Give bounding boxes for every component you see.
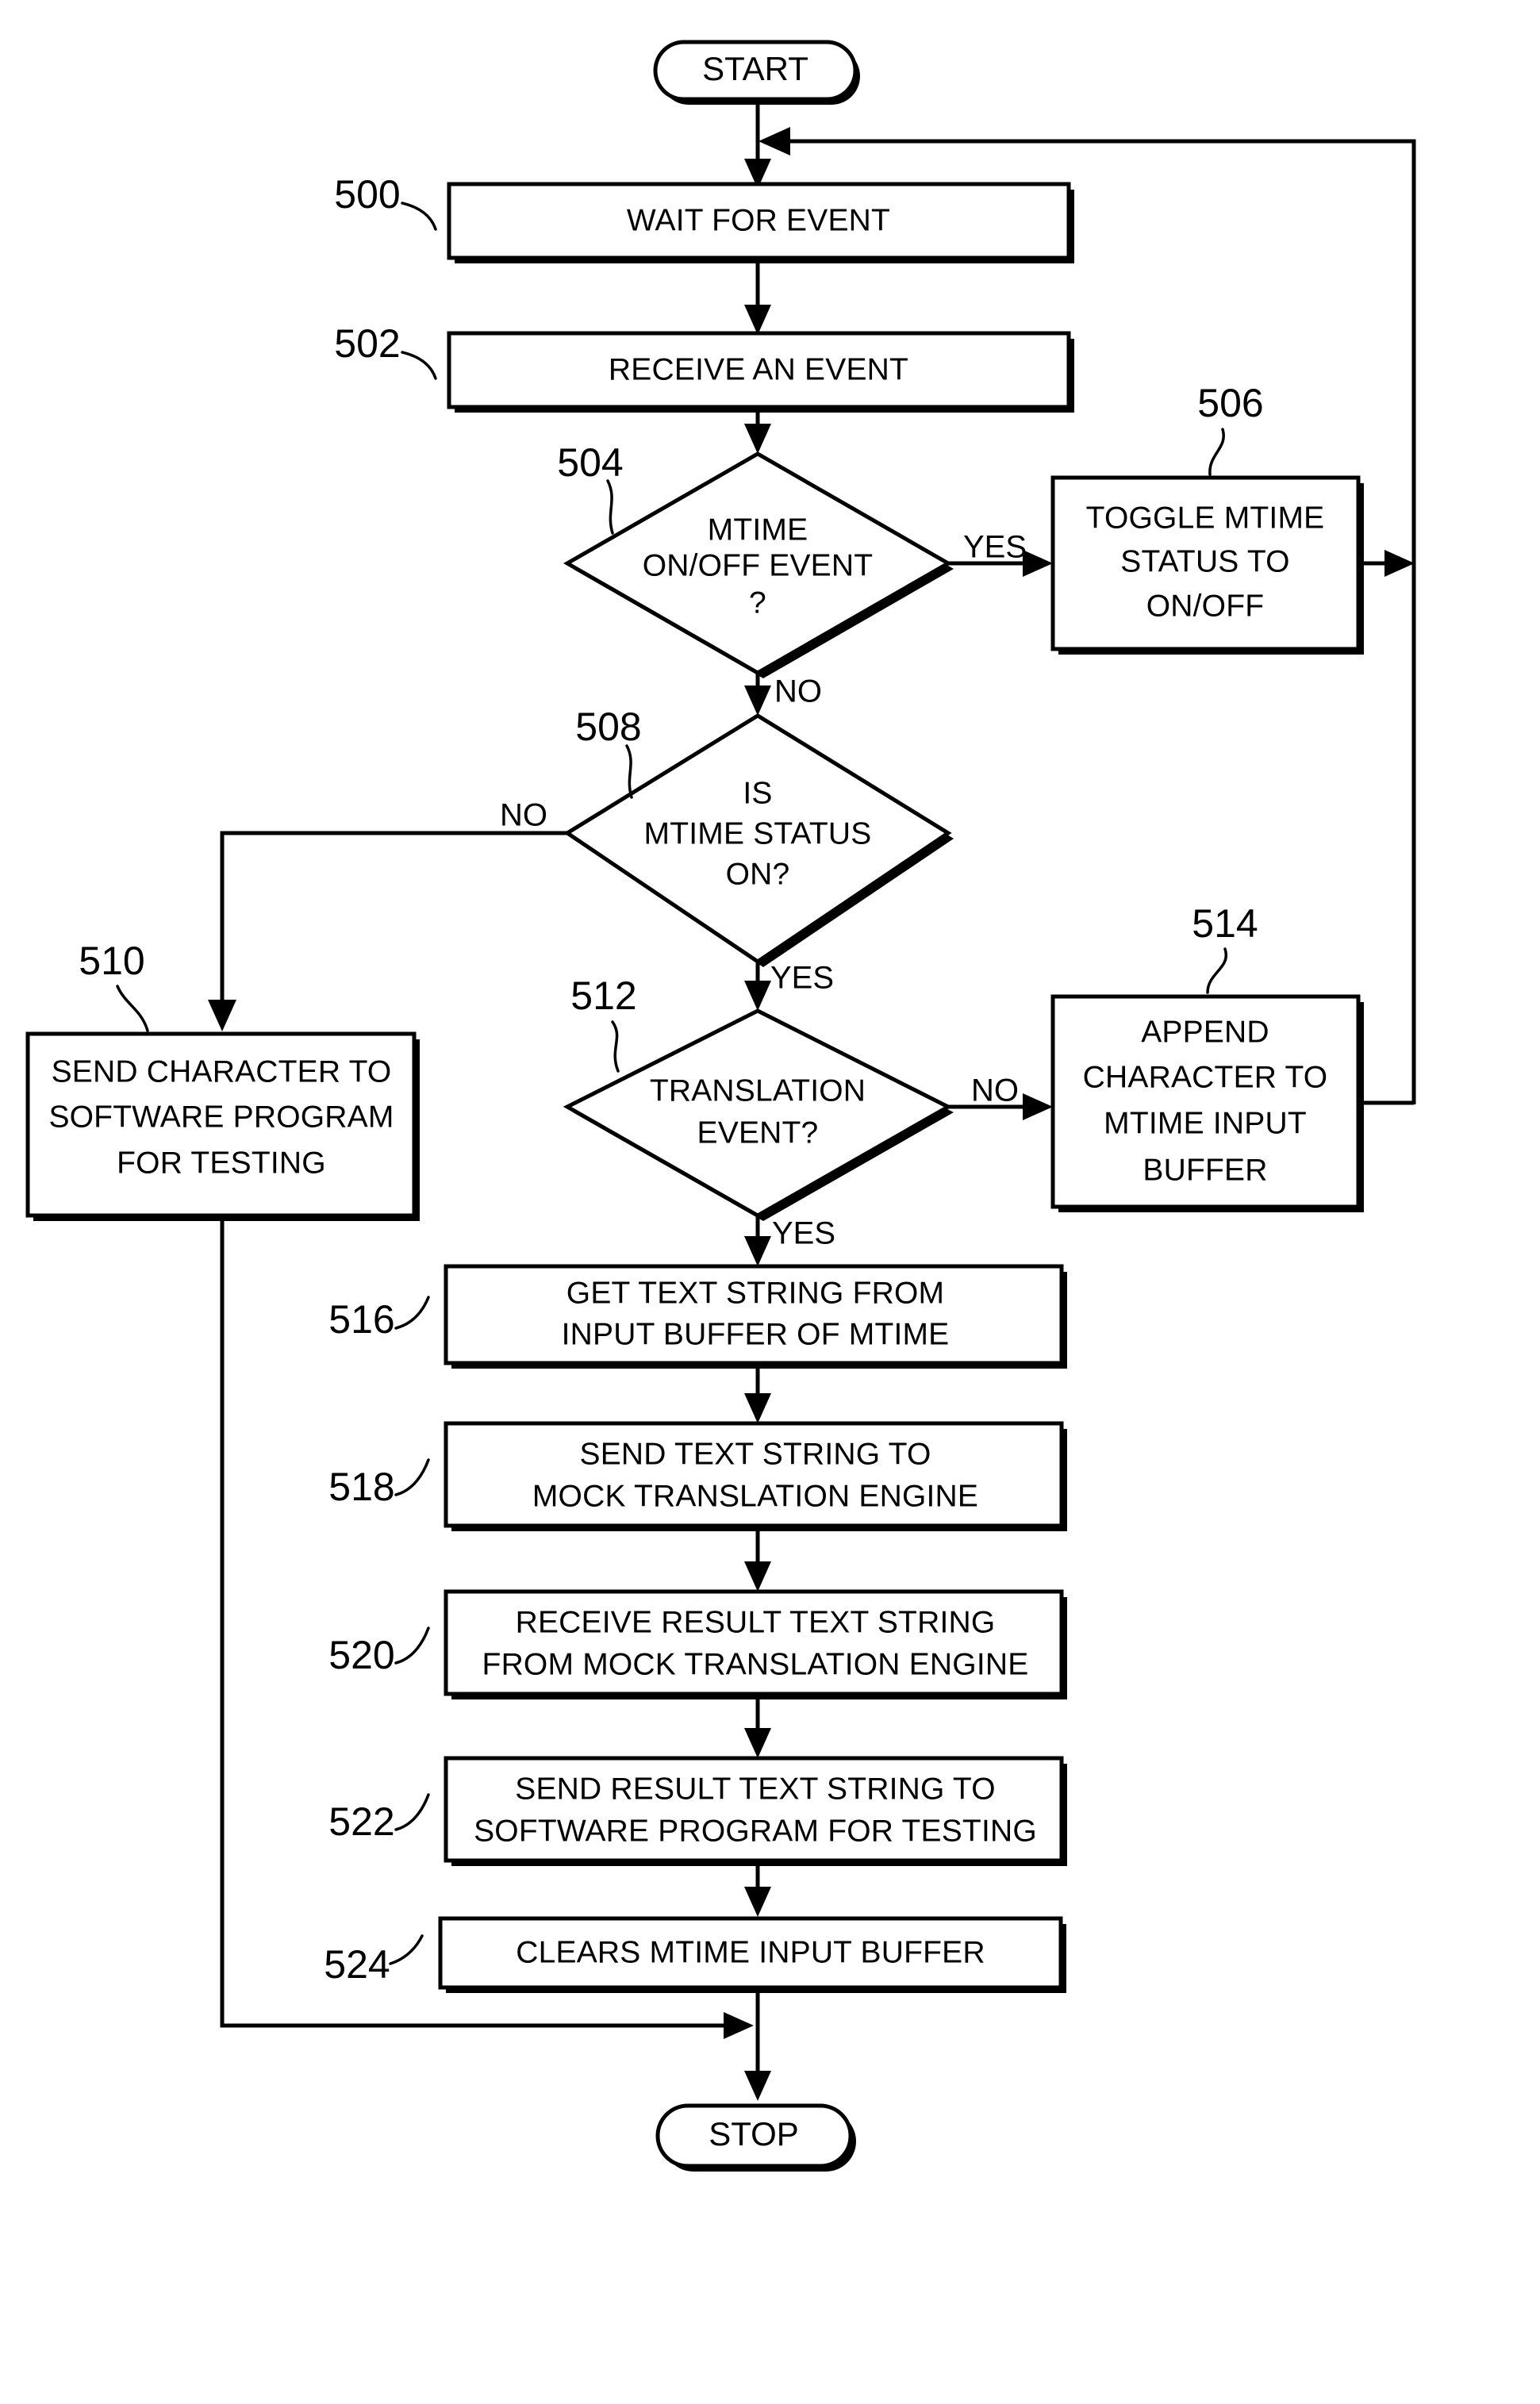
arrowhead-504-yes-to-506	[1023, 550, 1053, 577]
decision-512-line-1: EVENT?	[697, 1116, 819, 1150]
branch-label-504-yes: YES	[963, 530, 1027, 565]
arrowhead-516-to-518	[744, 1393, 771, 1423]
process-518: SEND TEXT STRING TO MOCK TRANSLATION ENG…	[444, 1421, 1067, 1531]
ref-number-514: 514	[1192, 901, 1258, 946]
ref-number-510: 510	[79, 939, 144, 983]
branch-label-504-no: NO	[774, 674, 822, 709]
arrowhead-520-to-522	[744, 1728, 771, 1758]
node-layer: START WAIT FOR EVENT 500 RECEIVE AN EVEN…	[25, 40, 1364, 2172]
process-510-line-1: SOFTWARE PROGRAM	[48, 1100, 394, 1134]
leader-512	[611, 1020, 620, 1073]
branch-label-512-no: NO	[971, 1073, 1019, 1108]
terminal-start-label: START	[702, 50, 808, 87]
arrowhead-518-to-520	[744, 1561, 771, 1592]
process-520-line-0: RECEIVE RESULT TEXT STRING	[516, 1605, 996, 1639]
process-502: RECEIVE AN EVENT	[447, 331, 1074, 413]
arrowhead-502-to-504	[744, 424, 771, 454]
leader-522	[394, 1793, 430, 1831]
process-510: SEND CHARACTER TO SOFTWARE PROGRAM FOR T…	[25, 1031, 420, 1221]
process-514-line-2: MTIME INPUT	[1104, 1106, 1307, 1140]
decision-508-line-0: IS	[743, 776, 772, 810]
leader-514	[1206, 947, 1228, 994]
process-524: CLEARS MTIME INPUT BUFFER	[438, 1916, 1066, 1993]
leader-524	[389, 1934, 424, 1965]
leader-516	[394, 1296, 430, 1330]
ref-number-500: 500	[334, 172, 400, 217]
process-502-line-0: RECEIVE AN EVENT	[609, 352, 908, 386]
terminal-start: START	[653, 40, 860, 105]
process-510-line-2: FOR TESTING	[117, 1146, 326, 1180]
arrowhead-512-yes-to-516	[744, 1236, 771, 1266]
process-518-line-1: MOCK TRANSLATION ENGINE	[532, 1479, 978, 1513]
arrowhead-508-yes-to-512	[744, 981, 771, 1011]
ref-number-512: 512	[570, 974, 636, 1018]
process-520: RECEIVE RESULT TEXT STRING FROM MOCK TRA…	[444, 1589, 1067, 1699]
leader-504	[606, 479, 614, 535]
leader-500	[401, 202, 437, 231]
process-514-line-0: APPEND	[1141, 1015, 1269, 1049]
process-510-line-0: SEND CHARACTER TO	[52, 1054, 392, 1089]
decision-512-line-0: TRANSLATION	[650, 1073, 866, 1108]
leader-520	[394, 1626, 430, 1665]
process-506-line-2: ON/OFF	[1146, 589, 1265, 623]
leader-518	[394, 1458, 430, 1496]
decision-508-line-1: MTIME STATUS	[644, 816, 872, 851]
decision-504-line-0: MTIME	[708, 513, 808, 547]
process-522-line-1: SOFTWARE PROGRAM FOR TESTING	[474, 1814, 1037, 1848]
branch-label-508-no: NO	[500, 798, 547, 833]
leader-502	[401, 351, 437, 380]
flowchart-canvas: START WAIT FOR EVENT 500 RECEIVE AN EVEN…	[0, 0, 1540, 2404]
arrowhead-512-no-to-514	[1023, 1093, 1053, 1120]
process-516: GET TEXT STRING FROM INPUT BUFFER OF MTI…	[444, 1264, 1067, 1369]
process-522: SEND RESULT TEXT STRING TO SOFTWARE PROG…	[444, 1756, 1067, 1866]
branch-label-508-yes: YES	[770, 961, 834, 996]
arrowhead-500-to-502	[744, 305, 771, 335]
process-500: WAIT FOR EVENT	[447, 182, 1074, 263]
arrowhead-504-no-to-508	[744, 685, 771, 716]
branch-label-512-yes: YES	[772, 1216, 835, 1251]
decision-504-line-1: ON/OFF EVENT	[643, 548, 874, 582]
leader-506	[1208, 428, 1225, 476]
ref-number-502: 502	[334, 321, 400, 366]
process-514: APPEND CHARACTER TO MTIME INPUT BUFFER	[1050, 994, 1364, 1212]
arrowhead-524-to-stop	[744, 2071, 771, 2101]
arrowhead-508-no-to-510	[208, 1000, 236, 1031]
process-518-line-0: SEND TEXT STRING TO	[579, 1437, 931, 1471]
process-506: TOGGLE MTIME STATUS TO ON/OFF	[1050, 475, 1364, 655]
process-514-line-3: BUFFER	[1143, 1153, 1267, 1187]
connector-508-no-to-510	[220, 831, 567, 1016]
process-524-line-0: CLEARS MTIME INPUT BUFFER	[516, 1935, 985, 1969]
process-506-line-1: STATUS TO	[1120, 544, 1289, 578]
ref-number-506: 506	[1197, 381, 1263, 425]
ref-number-504: 504	[557, 440, 623, 485]
ref-number-524: 524	[324, 1942, 390, 1987]
process-516-line-0: GET TEXT STRING FROM	[566, 1276, 944, 1310]
process-506-line-0: TOGGLE MTIME	[1086, 501, 1325, 535]
ref-number-508: 508	[575, 705, 641, 749]
decision-504-line-2: ?	[749, 586, 766, 620]
decision-504: MTIME ON/OFF EVENT ?	[563, 451, 954, 678]
decision-512: TRANSLATION EVENT?	[563, 1008, 954, 1221]
ref-number-518: 518	[328, 1465, 394, 1509]
terminal-stop-label: STOP	[709, 2115, 799, 2152]
arrowhead-522-to-524	[744, 1887, 771, 1917]
leader-508	[625, 744, 633, 799]
decision-508: IS MTIME STATUS ON?	[563, 713, 954, 967]
ref-number-522: 522	[328, 1799, 394, 1844]
arrowhead-return-bus-to-500	[758, 127, 790, 156]
flowchart-diagram: START WAIT FOR EVENT 500 RECEIVE AN EVEN…	[25, 40, 1416, 2172]
ref-number-520: 520	[328, 1633, 394, 1677]
leader-510	[116, 985, 149, 1032]
process-514-line-1: CHARACTER TO	[1083, 1060, 1328, 1094]
ref-number-516: 516	[328, 1297, 394, 1342]
process-522-line-0: SEND RESULT TEXT STRING TO	[515, 1772, 996, 1806]
arrowhead-510-to-stop-join	[724, 2012, 754, 2039]
process-520-line-1: FROM MOCK TRANSLATION ENGINE	[482, 1647, 1029, 1681]
arrowhead-506-to-return-bus	[1384, 550, 1415, 577]
decision-508-line-2: ON?	[726, 857, 790, 891]
process-500-line-0: WAIT FOR EVENT	[627, 203, 890, 237]
terminal-stop: STOP	[655, 2103, 856, 2172]
process-516-line-1: INPUT BUFFER OF MTIME	[562, 1317, 950, 1351]
